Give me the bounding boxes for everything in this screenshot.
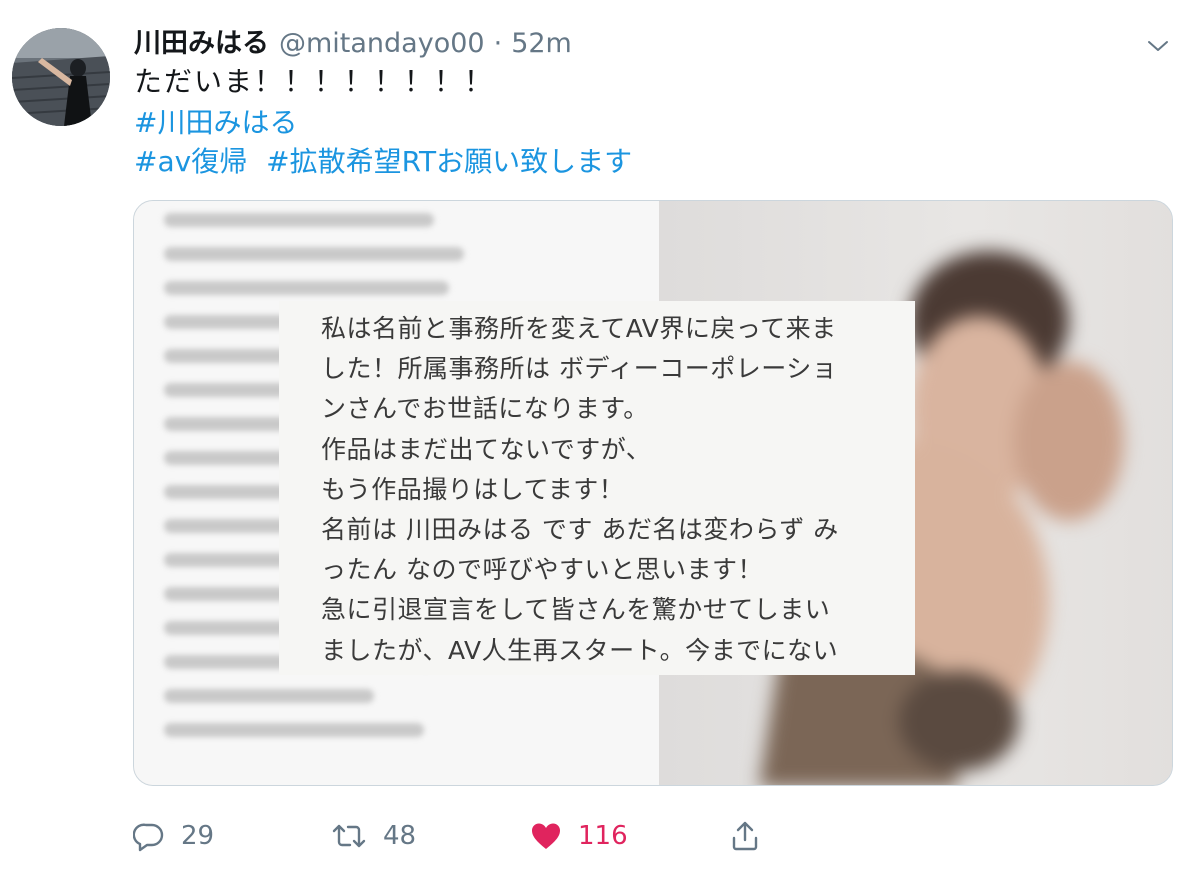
caption-line: 作品はまだ出てないですが、 — [321, 434, 652, 464]
like-button[interactable]: 116 — [530, 816, 628, 856]
hashtag-link[interactable]: #av復帰 — [134, 145, 247, 178]
more-menu-button[interactable] — [1146, 34, 1170, 58]
retweet-count: 48 — [383, 821, 417, 851]
avatar-photo — [12, 28, 110, 126]
hashtag-row-2: #av復帰 #拡散希望RTお願い致します — [134, 144, 632, 180]
caption-line: した！所属事務所は ボディーコーポレーショ — [321, 354, 838, 384]
hashtag-link[interactable]: #拡散希望RTお願い致します — [266, 145, 632, 178]
tweet-text: ただいま！！！！！！！！ — [134, 65, 495, 98]
heart-icon — [532, 823, 560, 849]
reply-button[interactable]: 29 — [133, 816, 214, 856]
caption-line: ンさんでお世話になります。 — [321, 394, 649, 424]
caption-line: 急に引退宣言をして皆さんを驚かせてしまい — [321, 595, 831, 625]
hashtag-row-1: #川田みはる — [134, 105, 297, 141]
like-count: 116 — [578, 821, 628, 851]
retweet-button[interactable]: 48 — [331, 816, 416, 856]
username[interactable]: @mitandayo00 — [279, 26, 485, 62]
timestamp[interactable]: 52m — [511, 26, 572, 62]
reply-icon — [133, 823, 164, 852]
share-button[interactable] — [731, 816, 759, 856]
caption-overlay: 私は名前と事務所を変えてAV界に戻って来ま した！所属事務所は ボディーコーポレ… — [279, 301, 915, 675]
share-icon — [732, 821, 758, 851]
avatar[interactable] — [12, 28, 110, 126]
caption-line: ましたが、AV人生再スタート。今までにない — [321, 635, 839, 665]
retweet-icon — [332, 824, 366, 848]
tweet: 川田みはる @mitandayo00 · 52m ただいま！！！！！！！！ #川… — [0, 0, 1192, 874]
caption-line: もう作品撮りはしてます！ — [321, 474, 625, 504]
caption-line: 私は名前と事務所を変えてAV界に戻って来ま — [321, 314, 837, 343]
chevron-down-icon — [1148, 41, 1168, 51]
separator-dot: · — [493, 28, 503, 59]
reply-count: 29 — [181, 821, 215, 851]
tweet-actions: 29 48 116 — [0, 816, 1192, 856]
display-name[interactable]: 川田みはる — [134, 26, 269, 62]
caption-line: 名前は 川田みはる です あだ名は変わらず み — [321, 515, 839, 545]
hashtag-link[interactable]: #川田みはる — [134, 106, 297, 139]
caption-line: ったん なので呼びやすいと思います！ — [321, 555, 763, 585]
media-image[interactable]: 私は名前と事務所を変えてAV界に戻って来ま した！所属事務所は ボディーコーポレ… — [133, 200, 1173, 786]
tweet-header: 川田みはる @mitandayo00 · 52m — [134, 26, 572, 62]
